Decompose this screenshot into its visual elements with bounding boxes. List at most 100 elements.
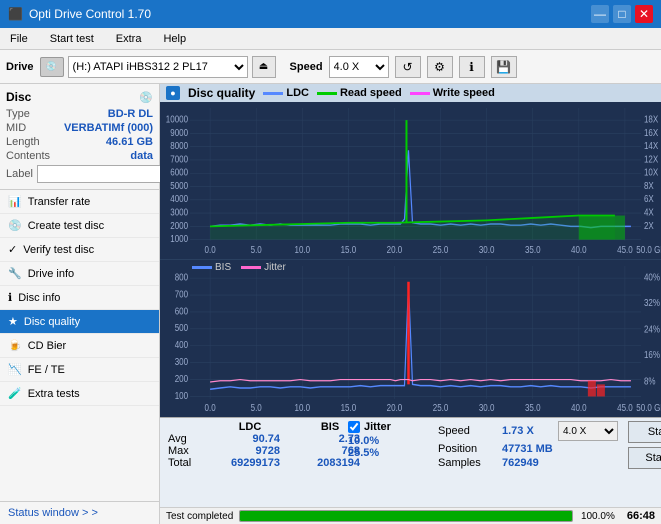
svg-text:8X: 8X [644,180,654,191]
drive-select[interactable]: (H:) ATAPI iHBS312 2 PL17 [68,56,248,78]
disc-label-input[interactable] [37,165,175,183]
svg-text:20.0: 20.0 [387,244,403,255]
minimize-button[interactable]: — [591,5,609,23]
svg-text:4000: 4000 [170,194,188,205]
save-button[interactable]: 💾 [491,56,517,78]
sidebar-item-transfer-rate[interactable]: 📊 Transfer rate [0,190,159,214]
svg-text:8%: 8% [644,376,656,387]
progress-text: 100.0% [579,511,615,522]
svg-text:12X: 12X [644,154,658,165]
sidebar-item-extra-tests[interactable]: 🧪 Extra tests [0,382,159,406]
drive-select-group: 💿 (H:) ATAPI iHBS312 2 PL17 ⏏ [40,56,276,78]
sidebar-item-disc-info[interactable]: ℹ Disc info [0,286,159,310]
disc-mid-row: MID VERBATIMf (000) [6,122,153,134]
menu-help[interactable]: Help [157,32,192,46]
read-speed-color-swatch [317,92,337,95]
disc-label-row: Label 🔍 [6,165,153,183]
refresh-button[interactable]: ↺ [395,56,421,78]
menu-start-test[interactable]: Start test [44,32,100,46]
jitter-max: 25.5% [348,447,379,459]
svg-text:400: 400 [175,339,188,350]
svg-text:100: 100 [175,390,188,401]
speed-position-stats: Speed 1.73 X 4.0 X Position 47731 MB Sam… [438,421,618,469]
chart-header-icon: ● [166,86,180,100]
bottom-chart-legend: BIS Jitter [192,262,286,273]
progress-bar-fill [240,511,572,521]
info-button[interactable]: ℹ [459,56,485,78]
max-label: Max [168,445,200,457]
create-test-disc-icon: 💿 [8,219,22,232]
svg-text:30.0: 30.0 [479,244,495,255]
svg-text:50.0 GB: 50.0 GB [636,244,661,255]
sidebar-item-create-test-disc[interactable]: 💿 Create test disc [0,214,159,238]
bis-legend-label: BIS [215,262,231,273]
legend-ldc-label: LDC [286,87,309,99]
svg-text:20.0: 20.0 [387,402,403,413]
top-chart-svg: 10000 9000 8000 7000 6000 5000 4000 3000… [160,102,661,259]
speed-value: 1.73 X [502,425,552,437]
close-button[interactable]: ✕ [635,5,653,23]
jitter-checkbox[interactable] [348,421,360,433]
elapsed-time: 66:48 [627,510,655,522]
svg-text:40%: 40% [644,272,660,283]
stats-panel: LDC BIS Avg 90.74 2.73 Max 9728 768 Tota… [160,417,661,507]
svg-text:5.0: 5.0 [251,244,262,255]
drive-info-icon: 🔧 [8,267,22,280]
samples-value: 762949 [502,457,539,469]
sidebar-item-fe-te[interactable]: 📉 FE / TE [0,358,159,382]
sidebar-item-cd-bier-label: CD Bier [28,340,67,352]
sidebar: Disc 💿 Type BD-R DL MID VERBATIMf (000) … [0,84,160,524]
svg-text:700: 700 [175,289,188,300]
legend-ldc: LDC [263,87,309,99]
svg-text:0.0: 0.0 [205,244,216,255]
sidebar-item-disc-quality-label: Disc quality [24,316,80,328]
svg-text:25.0: 25.0 [433,402,449,413]
main-content: Disc 💿 Type BD-R DL MID VERBATIMf (000) … [0,84,661,524]
svg-text:600: 600 [175,306,188,317]
speed-select[interactable]: 4.0 X [329,56,389,78]
samples-col-label: Samples [438,457,496,469]
svg-text:15.0: 15.0 [341,402,357,413]
bottom-chart: BIS Jitter [160,260,661,417]
ldc-total: 69299173 [220,457,280,469]
extra-tests-icon: 🧪 [8,387,22,400]
sidebar-item-disc-quality[interactable]: ★ Disc quality [0,310,159,334]
maximize-button[interactable]: □ [613,5,631,23]
legend-read-speed-label: Read speed [340,87,402,99]
disc-section-icon: 💿 [139,91,153,104]
svg-text:9000: 9000 [170,127,188,138]
svg-text:25.0: 25.0 [433,244,449,255]
jitter-legend-label: Jitter [264,262,286,273]
svg-text:800: 800 [175,272,188,283]
sidebar-item-verify-test-disc[interactable]: ✓ Verify test disc [0,238,159,262]
menu-file[interactable]: File [4,32,34,46]
progress-bar-container [239,510,573,522]
drive-icon: 💿 [40,57,64,77]
svg-text:2X: 2X [644,220,654,231]
start-full-button[interactable]: Start full [628,421,661,443]
sidebar-item-extra-tests-label: Extra tests [28,388,80,400]
sidebar-item-verify-test-disc-label: Verify test disc [23,244,94,256]
settings-button[interactable]: ⚙ [427,56,453,78]
svg-text:32%: 32% [644,297,660,308]
speed-dropdown[interactable]: 4.0 X [558,421,618,441]
sidebar-nav: 📊 Transfer rate 💿 Create test disc ✓ Ver… [0,190,159,501]
status-window-link[interactable]: Status window > > [0,501,159,524]
disc-info-icon: ℹ [8,291,12,304]
svg-text:500: 500 [175,323,188,334]
svg-text:10.0: 10.0 [294,402,310,413]
disc-mid-value: VERBATIMf (000) [64,122,153,134]
sidebar-item-drive-info[interactable]: 🔧 Drive info [0,262,159,286]
start-part-button[interactable]: Start part [628,447,661,469]
legend-write-speed: Write speed [410,87,495,99]
svg-text:15.0: 15.0 [341,244,357,255]
svg-text:6000: 6000 [170,167,188,178]
sidebar-item-fe-te-label: FE / TE [28,364,65,376]
eject-button[interactable]: ⏏ [252,56,276,78]
disc-contents-row: Contents data [6,150,153,162]
menu-extra[interactable]: Extra [110,32,148,46]
svg-text:35.0: 35.0 [525,402,541,413]
sidebar-item-cd-bier[interactable]: 🍺 CD Bier [0,334,159,358]
disc-length-label: Length [6,136,40,148]
charts-area: 10000 9000 8000 7000 6000 5000 4000 3000… [160,102,661,417]
